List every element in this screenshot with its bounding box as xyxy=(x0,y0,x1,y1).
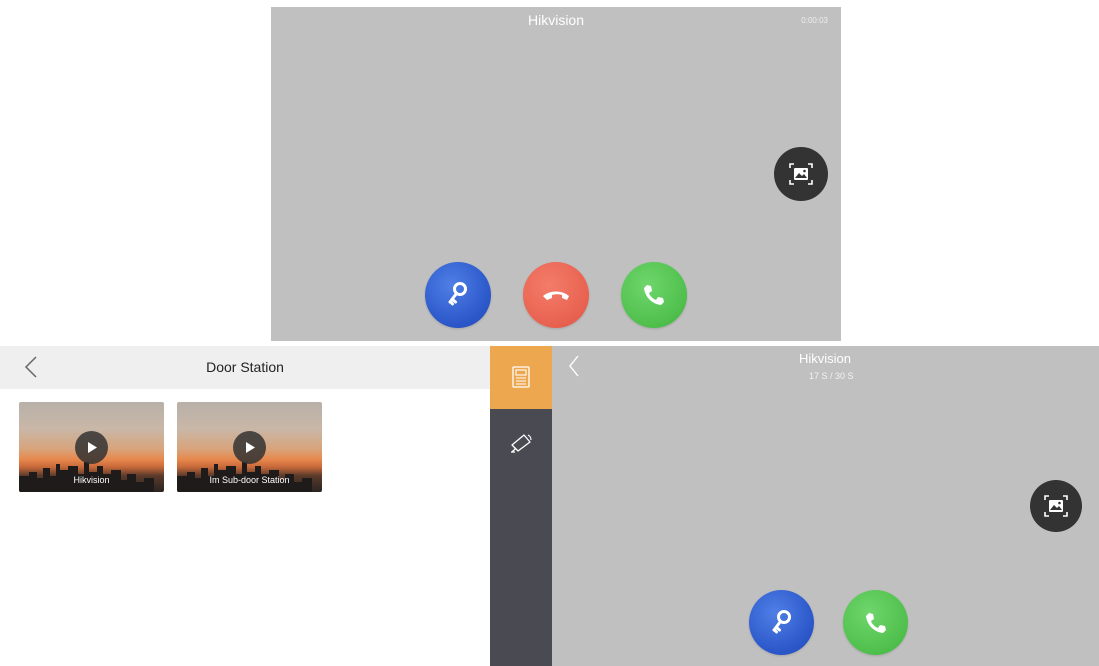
tile-label: Hikvision xyxy=(73,475,110,485)
play-icon xyxy=(87,442,97,453)
call-countdown: 17 S / 30 S xyxy=(809,371,854,381)
bottom-call-screen: Hikvision 17 S / 30 S xyxy=(552,346,1099,666)
door-station-panel: Door Station Hikvision Im Sub-door Stati… xyxy=(0,346,490,666)
rail-item-door-station-icon-wrap xyxy=(490,366,552,388)
back-button[interactable] xyxy=(568,355,580,382)
key-icon xyxy=(448,282,467,306)
answer-button[interactable] xyxy=(621,262,687,328)
capture-button[interactable] xyxy=(1030,480,1082,532)
top-call-screen: Hikvision 0:00:03 xyxy=(271,7,841,341)
phone-icon xyxy=(644,285,664,305)
capture-image-icon xyxy=(789,163,813,185)
play-button[interactable] xyxy=(233,431,266,464)
unlock-button[interactable] xyxy=(425,262,491,328)
caller-name: Hikvision xyxy=(527,12,584,28)
key-icon xyxy=(772,609,791,633)
rail-item-camera[interactable] xyxy=(490,431,552,455)
phone-icon xyxy=(865,612,886,633)
door-station-tile[interactable]: Im Sub-door Station xyxy=(177,402,322,492)
camera-icon xyxy=(511,434,532,453)
play-button[interactable] xyxy=(75,431,108,464)
play-icon xyxy=(245,442,255,453)
capture-button[interactable] xyxy=(774,147,828,201)
caller-name: Hikvision xyxy=(799,351,852,366)
call-timer: 0:00:03 xyxy=(801,16,828,25)
side-rail xyxy=(490,346,552,666)
answer-button[interactable] xyxy=(843,590,908,655)
capture-image-icon xyxy=(1044,495,1068,517)
page-title: Door Station xyxy=(206,359,284,375)
tile-label: Im Sub-door Station xyxy=(209,475,290,485)
unlock-button[interactable] xyxy=(749,590,814,655)
door-station-tile[interactable]: Hikvision xyxy=(19,402,164,492)
hangup-phone-icon xyxy=(543,291,569,300)
chevron-left-icon xyxy=(569,355,579,377)
hangup-button[interactable] xyxy=(523,262,589,328)
door-station-icon xyxy=(512,366,530,388)
door-station-header: Door Station xyxy=(0,346,490,389)
